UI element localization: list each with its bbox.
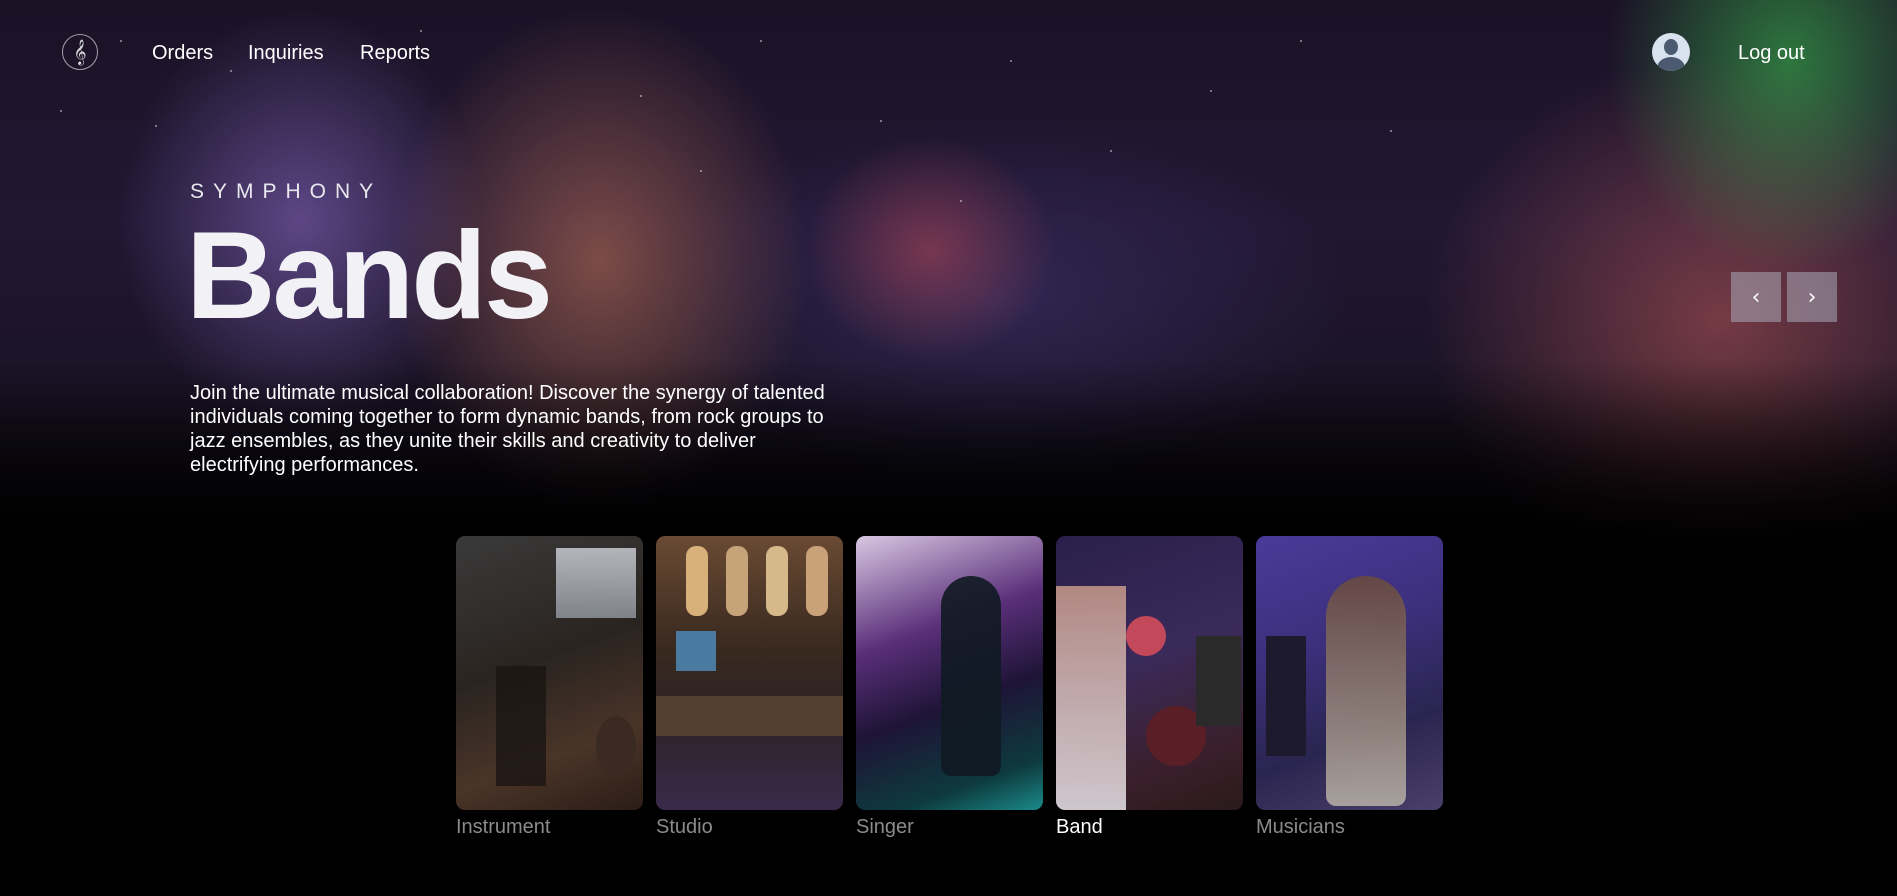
next-slide-button[interactable]: › [1787,272,1837,322]
category-label-studio[interactable]: Studio [656,816,713,839]
category-label-singer[interactable]: Singer [856,816,914,839]
prev-slide-button[interactable]: ‹ [1731,272,1781,322]
category-label-instrument[interactable]: Instrument [456,816,550,839]
hero-description: Join the ultimate musical collaboration!… [190,382,825,476]
category-card-band[interactable] [1056,536,1243,810]
category-label-musicians[interactable]: Musicians [1256,816,1345,839]
nav-link-orders[interactable]: Orders [152,42,213,65]
top-nav: 𝄞 Orders Inquiries Reports Log out [0,0,1897,108]
nav-link-inquiries[interactable]: Inquiries [248,42,324,65]
category-card-studio[interactable] [656,536,843,810]
user-avatar-icon[interactable] [1652,33,1690,71]
logout-button[interactable]: Log out [1738,42,1805,65]
category-card-musicians[interactable] [1256,536,1443,810]
category-card-instrument[interactable] [456,536,643,810]
category-card-singer[interactable] [856,536,1043,810]
nav-link-reports[interactable]: Reports [360,42,430,65]
page-title: Bands [186,207,553,345]
treble-clef-logo-icon[interactable]: 𝄞 [62,34,98,70]
chevron-right-icon: › [1807,284,1817,310]
category-label-band[interactable]: Band [1056,816,1103,839]
chevron-left-icon: ‹ [1751,284,1761,310]
hero-eyebrow: SYMPHONY [190,180,383,203]
